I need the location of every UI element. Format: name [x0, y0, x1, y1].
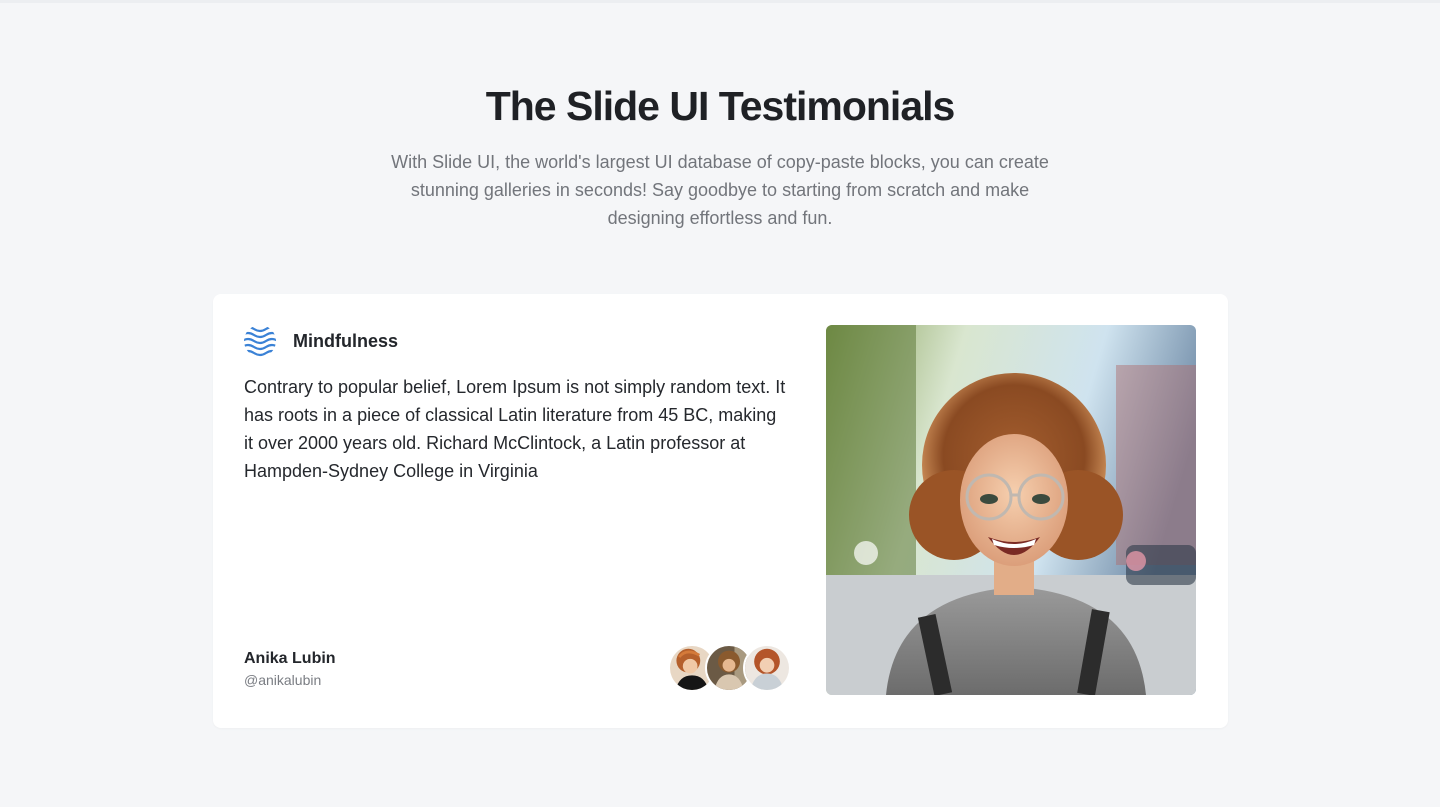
- author-handle: @anikalubin: [244, 672, 322, 688]
- avatar-3[interactable]: [743, 644, 791, 692]
- page-title: The Slide UI Testimonials: [485, 83, 956, 129]
- brand-name: Mindfulness: [293, 330, 399, 351]
- testimonial-quote: Contrary to popular belief, Lorem Ipsum …: [244, 377, 786, 481]
- author-name: Anika Lubin: [244, 650, 336, 667]
- testimonial-photo: [826, 325, 1196, 695]
- testimonial-card: Mindfulness Contrary to popular belief, …: [213, 294, 1228, 728]
- avatar-group: [668, 644, 798, 694]
- hero-section: The Slide UI Testimonials With Slide UI,…: [0, 78, 1440, 232]
- author: Anika Lubin @anikalubin: [244, 649, 336, 690]
- top-divider: [0, 0, 1440, 3]
- brand: Mindfulness: [244, 325, 398, 357]
- waves-icon: [244, 325, 276, 357]
- page-subtitle: With Slide UI, the world's largest UI da…: [391, 152, 1049, 228]
